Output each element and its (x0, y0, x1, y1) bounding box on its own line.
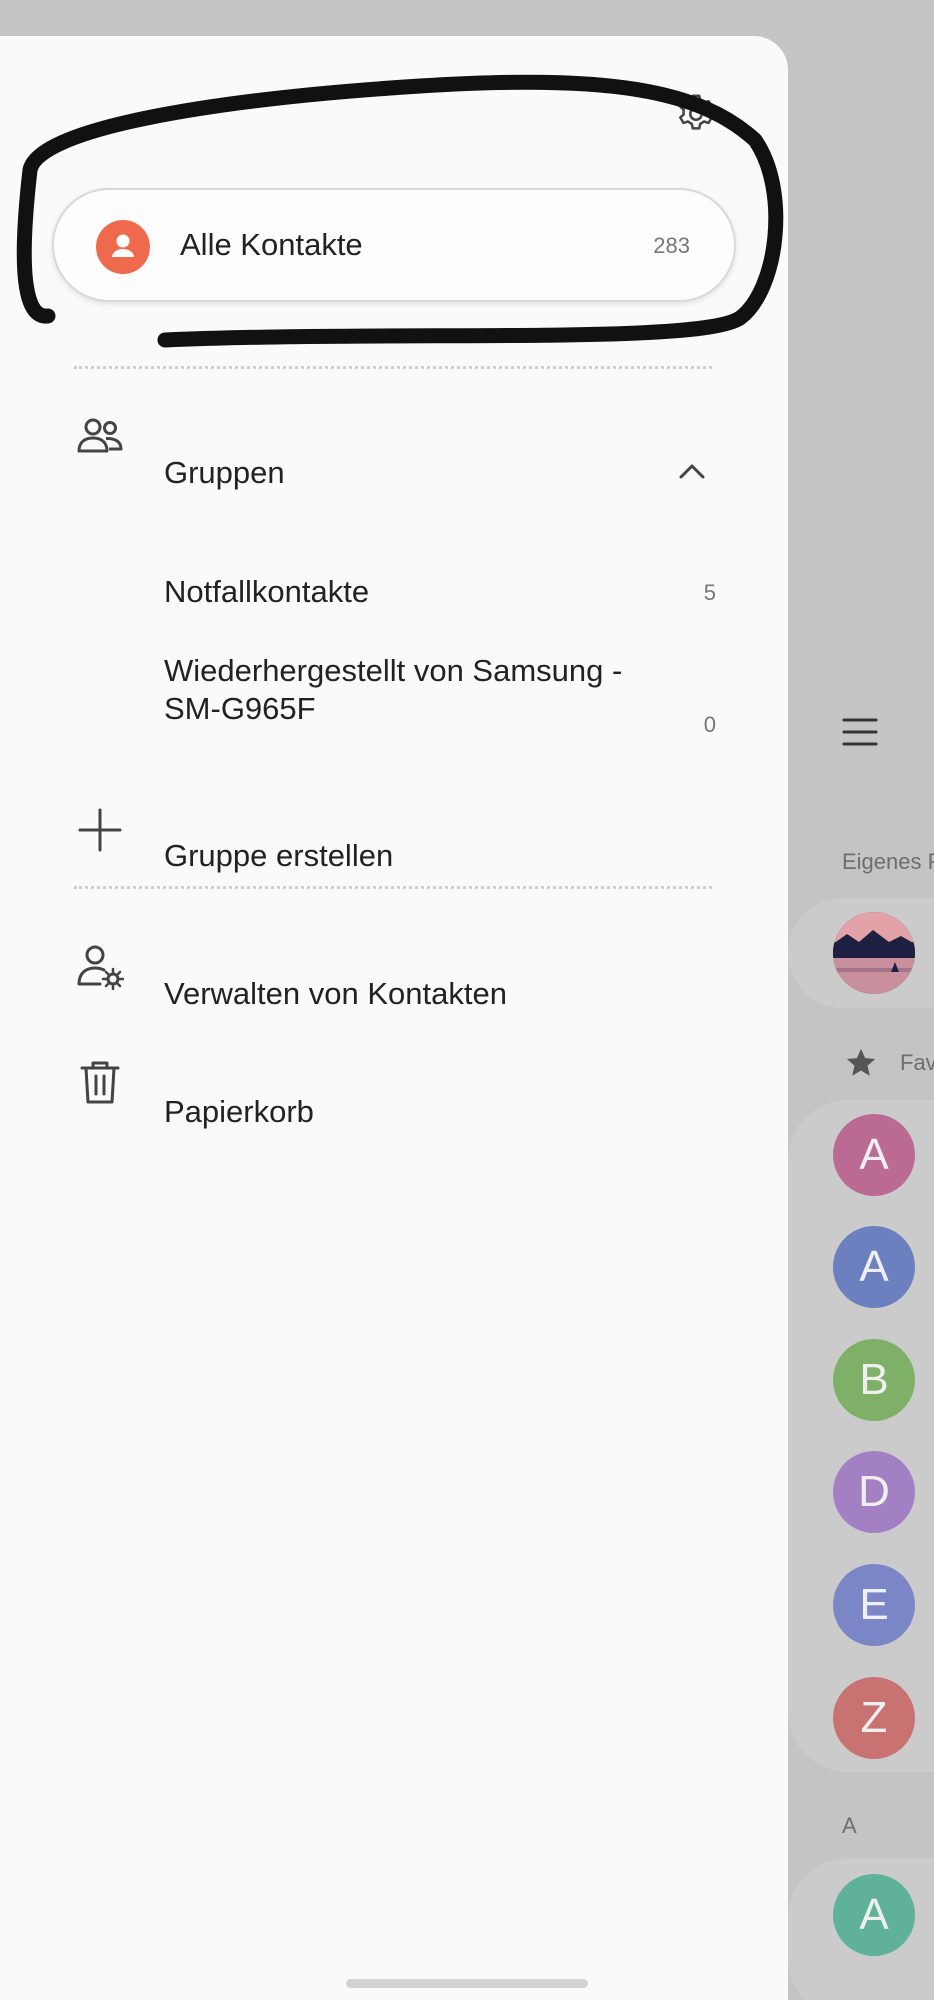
all-contacts-label: Alle Kontakte (180, 227, 363, 262)
chevron-up-icon[interactable] (672, 452, 712, 492)
trash-icon (72, 1054, 128, 1110)
trash-label: Papierkorb (164, 1094, 314, 1129)
group-item-count: 0 (703, 712, 716, 737)
create-group-label: Gruppe erstellen (164, 838, 394, 873)
profile-avatar (833, 912, 915, 994)
favorite-avatar-3[interactable]: B (833, 1339, 915, 1421)
own-profile-header: Eigenes P (842, 849, 934, 874)
group-item-label: Wiederhergestellt von Samsung - SM-G965F (164, 653, 623, 726)
favorites-card (788, 1100, 934, 1772)
person-icon (96, 220, 150, 274)
divider (74, 886, 712, 889)
favorite-avatar-2[interactable]: A (833, 1226, 915, 1308)
favorites-header: Fav (900, 1050, 934, 1075)
divider (74, 366, 712, 369)
all-contacts-item[interactable]: Alle Kontakte 283 (52, 188, 736, 302)
favorite-avatar-4[interactable]: D (833, 1451, 915, 1533)
group-item-count: 5 (703, 580, 716, 605)
manage-contacts-label: Verwalten von Kontakten (164, 976, 507, 1011)
section-a-header: A (842, 1813, 857, 1838)
hamburger-icon[interactable] (840, 712, 880, 752)
all-contacts-count: 283 (653, 233, 690, 258)
navigation-drawer: Alle Kontakte 283 Gruppen Notfallkontakt… (0, 36, 788, 2000)
star-icon (846, 1048, 876, 1076)
contacts-list-background: Eigenes P Fav A A B D E Z A A (788, 0, 934, 2000)
group-item-label: Notfallkontakte (164, 574, 370, 609)
gear-icon (679, 94, 713, 130)
contact-avatar-a[interactable]: A (833, 1874, 915, 1956)
plus-icon (72, 802, 128, 858)
home-indicator (346, 1979, 588, 1988)
favorite-avatar-1[interactable]: A (833, 1114, 915, 1196)
person-gear-icon (72, 938, 128, 994)
favorite-avatar-5[interactable]: E (833, 1564, 915, 1646)
group-icon (72, 408, 128, 464)
groups-label: Gruppen (164, 455, 285, 490)
landscape-photo (833, 912, 915, 994)
favorite-avatar-6[interactable]: Z (833, 1677, 915, 1759)
settings-button[interactable] (672, 90, 720, 138)
own-profile-card[interactable] (788, 898, 934, 1008)
